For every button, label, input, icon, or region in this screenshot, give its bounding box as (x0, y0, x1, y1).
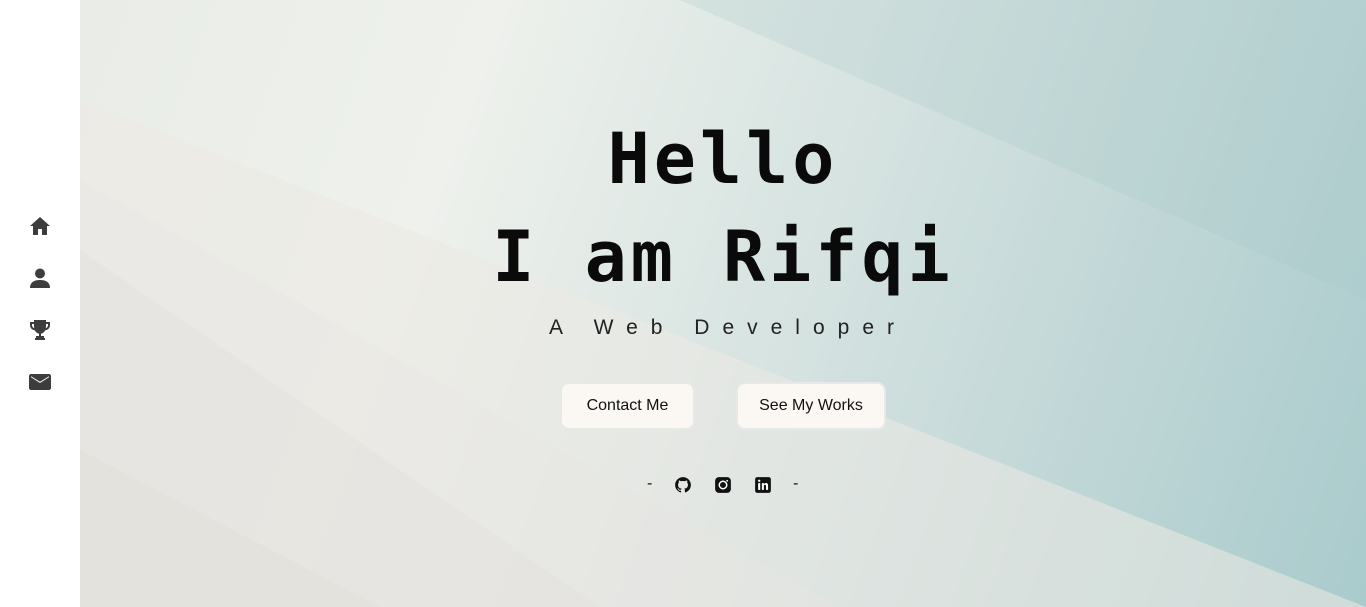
contact-me-button[interactable]: Contact Me (560, 382, 695, 430)
social-separator-right: - (793, 475, 799, 492)
mail-icon (29, 374, 51, 390)
hero-greeting: Hello (607, 118, 839, 200)
hero-content: Hello I am Rifqi A Web Developer Contact… (80, 0, 1366, 607)
see-my-works-button[interactable]: See My Works (736, 382, 886, 430)
sidebar-item-about[interactable] (26, 264, 54, 292)
page: Hello I am Rifqi A Web Developer Contact… (0, 0, 1366, 607)
trophy-icon (30, 320, 50, 340)
sidebar-item-home[interactable] (26, 212, 54, 240)
sidebar-item-contact[interactable] (26, 368, 54, 396)
hero-name: I am Rifqi (492, 216, 954, 298)
home-icon (30, 217, 50, 235)
social-links: - - (80, 475, 1366, 495)
sidebar-item-works[interactable] (26, 316, 54, 344)
linkedin-icon[interactable] (754, 476, 772, 494)
github-icon[interactable] (674, 476, 692, 494)
hero-subtitle: A Web Developer (548, 316, 908, 339)
instagram-icon[interactable] (714, 476, 732, 494)
sidebar-nav (0, 0, 80, 607)
user-icon (30, 268, 50, 288)
social-separator-left: - (647, 475, 653, 492)
hero-section: Hello I am Rifqi A Web Developer Contact… (80, 0, 1366, 607)
